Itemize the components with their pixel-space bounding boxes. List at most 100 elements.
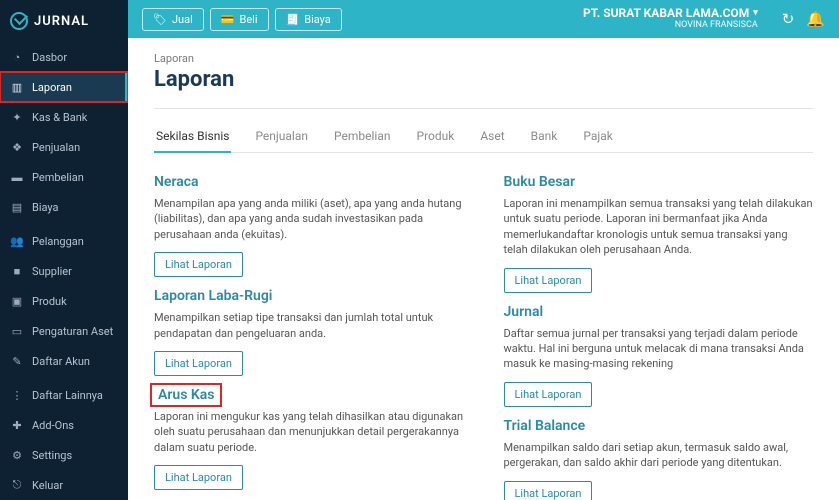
report-neraca: Neraca Menampilan apa yang anda miliki (… — [154, 171, 464, 277]
reports-grid: Neraca Menampilan apa yang anda miliki (… — [154, 171, 813, 500]
content: Laporan Laporan Sekilas Bisnis Penjualan… — [128, 38, 839, 500]
gauge-icon: ◔ — [10, 50, 24, 64]
report-laba-rugi: Laporan Laba-Rugi Menampilkan setiap tip… — [154, 285, 464, 376]
tab-penjualan[interactable]: Penjualan — [253, 121, 310, 152]
sidebar-item-laporan[interactable]: ▥ Laporan — [0, 72, 128, 102]
view-report-button[interactable]: Lihat Laporan — [154, 252, 243, 277]
sidebar-item-label: Laporan — [32, 81, 72, 94]
sidebar-item-supplier[interactable]: ■ Supplier — [0, 256, 128, 286]
biaya-button[interactable]: 🧾 Biaya — [275, 8, 342, 31]
asset-icon: ▭ — [10, 324, 24, 338]
sidebar-item-label: Pembelian — [32, 171, 84, 184]
gear-icon: ⚙ — [10, 448, 24, 462]
sidebar-item-label: Daftar Akun — [32, 355, 90, 368]
report-title[interactable]: Buku Besar — [504, 174, 576, 190]
more-icon: ⋮ — [10, 388, 24, 402]
sidebar-item-keluar[interactable]: ⎋ Keluar — [0, 470, 128, 500]
card-icon: 💳 — [221, 13, 235, 26]
tab-aset[interactable]: Aset — [478, 121, 506, 152]
receipt-icon: ▤ — [10, 200, 24, 214]
report-title[interactable]: Neraca — [154, 174, 199, 190]
view-report-button[interactable]: Lihat Laporan — [504, 382, 593, 407]
sidebar: JURNAL ◔ Dasbor ▥ Laporan ✦ Kas & Bank ❖Pen… — [0, 0, 128, 500]
sidebar-item-label: Pengaturan Aset — [32, 325, 113, 338]
sidebar-item-produk[interactable]: ▣ Produk — [0, 286, 128, 316]
sidebar-item-label: Supplier — [32, 265, 72, 278]
logout-icon: ⎋ — [10, 478, 24, 492]
sidebar-item-label: Daftar Lainnya — [32, 389, 103, 402]
sidebar-item-biaya[interactable]: ▤Biaya — [0, 192, 128, 222]
sidebar-item-label: Dasbor — [32, 51, 67, 64]
sidebar-item-label: Pelanggan — [32, 235, 84, 248]
report-arus-kas: Arus Kas Laporan ini mengukur kas yang t… — [154, 384, 464, 490]
cart-icon: ▬ — [10, 170, 24, 184]
chart-icon: ▥ — [10, 80, 24, 94]
company-switcher[interactable]: PT. SURAT KABAR LAMA.COM ▾ NOVINA FRANSIS… — [583, 7, 758, 30]
report-buku-besar: Buku Besar Laporan ini menampilkan semua… — [504, 171, 814, 293]
tab-pajak[interactable]: Pajak — [581, 121, 615, 152]
beli-label: Beli — [239, 13, 257, 26]
sidebar-item-pelanggan[interactable]: 👥 Pelanggan — [0, 226, 128, 256]
jual-button[interactable]: 🏷 Jual — [142, 8, 204, 31]
sidebar-item-settings[interactable]: ⚙ Settings — [0, 440, 128, 470]
tab-sekilas-bisnis[interactable]: Sekilas Bisnis — [154, 121, 231, 153]
sidebar-item-pembelian[interactable]: ▬ Pembelian — [0, 162, 128, 192]
report-title[interactable]: Trial Balance — [504, 418, 586, 434]
box-icon: ▣ — [10, 294, 24, 308]
sidebar-item-penjualan[interactable]: ❖Penjualan — [0, 132, 128, 162]
doc-icon: 🧾 — [286, 13, 300, 26]
view-report-button[interactable]: Lihat Laporan — [504, 481, 593, 500]
report-desc: Laporan ini menampilkan semua transaksi … — [504, 196, 814, 258]
list-icon: ✎ — [10, 354, 24, 368]
beli-button[interactable]: 💳 Beli — [210, 8, 269, 31]
company-name: PT. SURAT KABAR LAMA.COM — [583, 7, 749, 20]
sidebar-item-label: Add-Ons — [32, 419, 74, 432]
report-desc: Laporan ini mengukur kas yang telah diha… — [154, 409, 464, 455]
report-trial-balance: Trial Balance Menampilkan saldo dari set… — [504, 415, 814, 500]
sidebar-item-daftar-akun[interactable]: ✎ Daftar Akun — [0, 346, 128, 376]
truck-icon: ■ — [10, 264, 24, 278]
breadcrumb: Laporan — [154, 52, 813, 65]
user-name: NOVINA FRANSISCA — [675, 21, 758, 31]
sidebar-item-label: Settings — [32, 449, 72, 462]
sidebar-item-label: Penjualan — [32, 141, 80, 154]
view-report-button[interactable]: Lihat Laporan — [504, 268, 593, 293]
sidebar-item-label: Produk — [32, 295, 67, 308]
jual-label: Jual — [172, 13, 193, 26]
main: 🏷 Jual 💳 Beli 🧾 Biaya PT. SURAT KABAR LAMA.… — [128, 0, 839, 500]
chevron-down-icon: ▾ — [753, 9, 758, 19]
view-report-button[interactable]: Lihat Laporan — [154, 351, 243, 376]
sidebar-item-daftar-lainnya[interactable]: ⋮ Daftar Lainnya — [0, 380, 128, 410]
history-icon[interactable]: ↻ — [782, 10, 795, 28]
tabs: Sekilas Bisnis Penjualan Pembelian Produ… — [154, 108, 813, 153]
report-jurnal: Jurnal Daftar semua jurnal per transaksi… — [504, 301, 814, 407]
bank-icon: ✦ — [10, 110, 24, 124]
page-title: Laporan — [154, 67, 813, 92]
report-desc: Menampilan apa yang anda miliki (aset), … — [154, 196, 464, 242]
tab-pembelian[interactable]: Pembelian — [332, 121, 392, 152]
sidebar-item-addons[interactable]: ✚ Add-Ons — [0, 410, 128, 440]
topbar: 🏷 Jual 💳 Beli 🧾 Biaya PT. SURAT KABAR LAMA.… — [128, 0, 839, 38]
sidebar-item-label: Kas & Bank — [32, 111, 87, 124]
tab-bank[interactable]: Bank — [529, 121, 560, 152]
sidebar-item-kas-bank[interactable]: ✦ Kas & Bank — [0, 102, 128, 132]
bell-icon[interactable]: 🔔 — [806, 10, 825, 28]
puzzle-icon: ✚ — [10, 418, 24, 432]
brand-logo: JURNAL — [0, 0, 128, 42]
sidebar-item-label: Keluar — [32, 479, 63, 492]
logo-icon — [10, 12, 28, 30]
report-title[interactable]: Laporan Laba-Rugi — [154, 288, 272, 304]
sidebar-item-pengaturan-aset[interactable]: ▭ Pengaturan Aset — [0, 316, 128, 346]
tag-icon: 🏷 — [153, 13, 167, 26]
biaya-label: Biaya — [304, 13, 331, 26]
report-desc: Daftar semua jurnal per transaksi yang t… — [504, 326, 814, 372]
view-report-button[interactable]: Lihat Laporan — [154, 465, 243, 490]
report-title[interactable]: Arus Kas — [154, 387, 218, 403]
report-title[interactable]: Jurnal — [504, 304, 544, 320]
tab-produk[interactable]: Produk — [415, 121, 457, 152]
report-desc: Menampilkan saldo dari setiap akun, term… — [504, 440, 814, 471]
sidebar-item-dasbor[interactable]: ◔ Dasbor — [0, 42, 128, 72]
report-desc: Menampilkan setiap tipe transaksi dan ju… — [154, 310, 464, 341]
users-icon: 👥 — [10, 234, 24, 248]
brand-name: JURNAL — [34, 14, 89, 29]
